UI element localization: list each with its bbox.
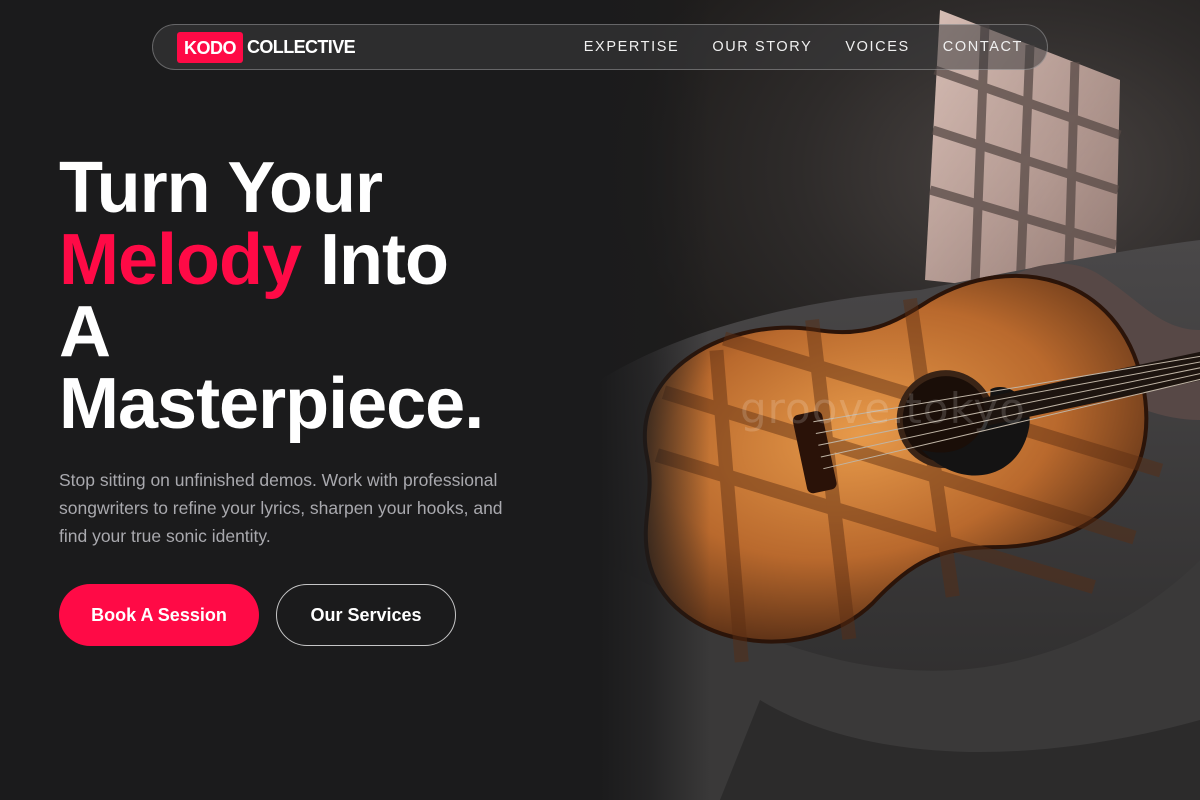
hero-image: groove.tokyo (600, 0, 1200, 800)
headline-line-4: Masterpiece. (59, 364, 484, 444)
brand-name: COLLECTIVE (247, 36, 356, 57)
top-navbar: KODO COLLECTIVE EXPERTISE OUR STORY VOIC… (152, 24, 1048, 70)
headline-line-3: A (59, 292, 111, 372)
brand-logo[interactable]: KODO COLLECTIVE (177, 31, 356, 63)
cta-row: Book A Session Our Services (59, 584, 579, 646)
nav-link-our-story[interactable]: OUR STORY (712, 39, 812, 55)
photo-fade-overlay (600, 0, 710, 800)
hero-section: Turn Your Melody Into A Masterpiece. Sto… (59, 152, 579, 646)
headline-line-1: Turn Your (59, 148, 383, 228)
hero-headline: Turn Your Melody Into A Masterpiece. (59, 152, 579, 440)
hero-subtitle: Stop sitting on unfinished demos. Work w… (59, 470, 503, 546)
nav-links: EXPERTISE OUR STORY VOICES CONTACT (584, 39, 1023, 55)
brand-badge: KODO (177, 31, 243, 63)
photo-watermark: groove.tokyo (740, 384, 1026, 433)
nav-link-voices[interactable]: VOICES (845, 39, 909, 55)
book-session-button[interactable]: Book A Session (59, 584, 259, 646)
nav-link-contact[interactable]: CONTACT (943, 39, 1023, 55)
headline-line-2-rest: Into (301, 220, 449, 300)
our-services-button[interactable]: Our Services (276, 584, 456, 646)
headline-accent-word: Melody (59, 220, 302, 300)
nav-link-expertise[interactable]: EXPERTISE (584, 39, 680, 55)
